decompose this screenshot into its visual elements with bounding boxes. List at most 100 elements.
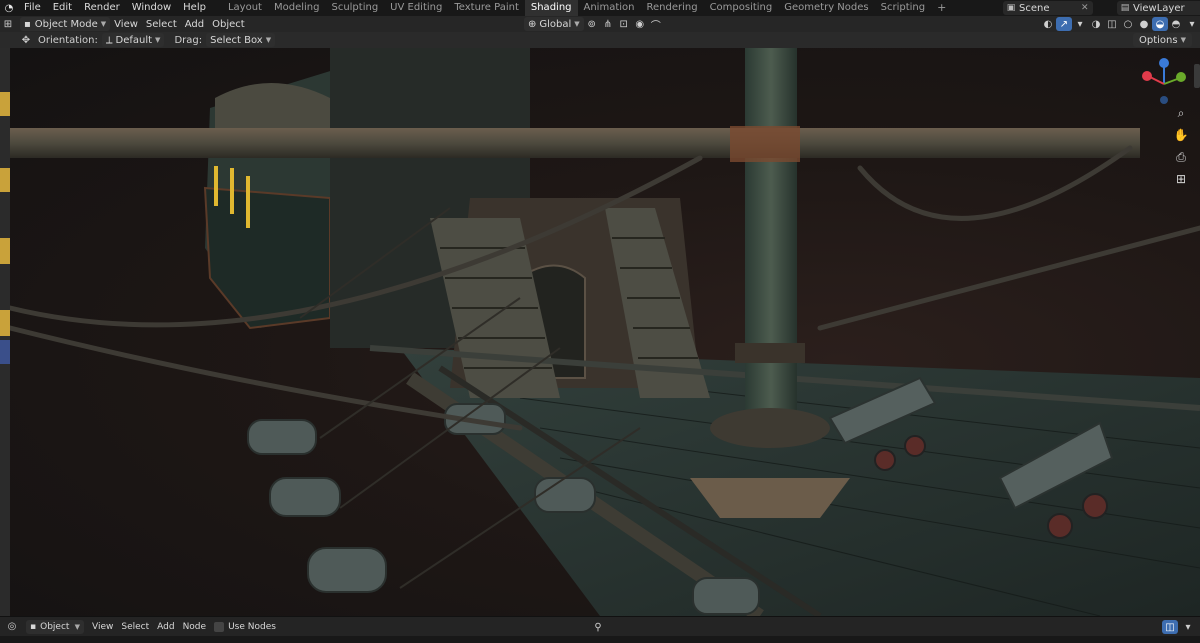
object-icon: ▪ <box>30 621 37 632</box>
view-layer-icon: ▤ <box>1120 3 1130 13</box>
orientation-icon: ⊕ <box>528 18 537 30</box>
tab-shading[interactable]: Shading <box>524 0 578 16</box>
chevron-down-icon: ▼ <box>74 622 80 631</box>
overlay-dropdown-icon[interactable]: ▾ <box>1180 620 1196 634</box>
pivot-point-icon[interactable]: ⊚ <box>584 17 600 31</box>
ship-scene <box>7 48 1200 616</box>
viewport-navigation: ⌕ ✋ ⎙ ⊞ <box>1170 104 1192 188</box>
use-nodes-checkbox[interactable] <box>214 621 225 632</box>
add-workspace-button[interactable]: + <box>931 0 952 16</box>
perspective-grid-icon[interactable]: ⊞ <box>1172 170 1190 188</box>
chevron-down-icon: ▼ <box>100 20 107 28</box>
menu-view[interactable]: View <box>110 17 142 31</box>
menu-object[interactable]: Object <box>208 17 249 31</box>
menu-window[interactable]: Window <box>126 0 177 16</box>
chevron-down-icon: ▼ <box>574 20 580 28</box>
menu-select[interactable]: Select <box>117 620 153 634</box>
right-scrollbar[interactable] <box>1194 64 1200 88</box>
options-dropdown[interactable]: Options ▼ <box>1133 33 1192 47</box>
editor-type-icon[interactable]: ⊞ <box>0 17 16 31</box>
chevron-down-icon: ▼ <box>265 36 272 44</box>
viewport-header: ⊞ ▪ Object Mode ▼ View Select Add Object… <box>0 16 1200 32</box>
overlay-icon[interactable]: ◫ <box>1162 620 1178 634</box>
toolbar-tab[interactable] <box>0 310 10 336</box>
left-toolbar-strip <box>0 48 10 616</box>
tab-texture-paint[interactable]: Texture Paint <box>448 0 525 16</box>
visibility-icon[interactable]: ◐ <box>1040 17 1056 31</box>
shader-type-dropdown[interactable]: ▪ Object ▼ <box>26 619 84 634</box>
top-menu-bar: ◔ File Edit Render Window Help Layout Mo… <box>0 0 1200 16</box>
status-bar <box>0 636 1200 643</box>
menu-render[interactable]: Render <box>78 0 126 16</box>
camera-view-icon[interactable]: ⎙ <box>1172 148 1190 166</box>
tab-scripting[interactable]: Scripting <box>875 0 931 16</box>
overlay-toggle-icon[interactable]: ◑ <box>1088 17 1104 31</box>
shading-dropdown-icon[interactable]: ▾ <box>1184 17 1200 31</box>
orientation-dropdown[interactable]: ⟂ Default ▼ <box>101 33 165 47</box>
gizmo-toggle-icon[interactable]: ↗ <box>1056 17 1072 31</box>
orientation-axis-icon: ⟂ <box>105 34 113 46</box>
proportional-edit-icon[interactable]: ◉ <box>632 17 648 31</box>
menu-node[interactable]: Node <box>179 620 211 634</box>
menu-add[interactable]: Add <box>181 17 208 31</box>
chevron-down-icon: ▼ <box>1180 36 1186 44</box>
snap-target-icon[interactable]: ⊡ <box>616 17 632 31</box>
navigation-gizmo[interactable] <box>1136 54 1192 110</box>
close-icon[interactable]: ✕ <box>1081 3 1093 13</box>
mode-dropdown[interactable]: ▪ Object Mode ▼ <box>20 17 111 31</box>
menu-file[interactable]: File <box>18 0 47 16</box>
toolbar-tab[interactable] <box>0 238 10 264</box>
toolbar-tab[interactable] <box>0 168 10 192</box>
transform-orientation-dropdown[interactable]: ⊕ Global ▼ <box>524 17 584 31</box>
transform-orientation-label: Global <box>539 18 572 30</box>
tab-modeling[interactable]: Modeling <box>268 0 326 16</box>
drag-dropdown[interactable]: Select Box ▼ <box>206 33 276 47</box>
editor-type-icon[interactable]: ◎ <box>4 620 20 634</box>
menu-help[interactable]: Help <box>177 0 212 16</box>
pan-hand-icon[interactable]: ✋ <box>1172 126 1190 144</box>
use-nodes-toggle[interactable]: Use Nodes <box>210 620 280 634</box>
tab-animation[interactable]: Animation <box>578 0 641 16</box>
tab-uv-editing[interactable]: UV Editing <box>384 0 448 16</box>
shader-type-label: Object <box>40 621 70 632</box>
wireframe-shading-icon[interactable]: ○ <box>1120 17 1136 31</box>
xray-icon[interactable]: ◫ <box>1104 17 1120 31</box>
scene-icon: ▣ <box>1006 3 1016 13</box>
menu-view[interactable]: View <box>88 620 117 634</box>
tab-layout[interactable]: Layout <box>222 0 268 16</box>
transform-tool-icon[interactable]: ✥ <box>18 33 34 47</box>
solid-shading-icon[interactable]: ● <box>1136 17 1152 31</box>
orientation-label: Orientation: <box>38 34 98 46</box>
view-layer-selector[interactable]: ▤ ViewLayer <box>1117 1 1200 15</box>
falloff-icon[interactable]: ⌒ <box>648 17 664 32</box>
tab-rendering[interactable]: Rendering <box>640 0 703 16</box>
tool-settings-bar: ✥ Orientation: ⟂ Default ▼ Drag: Select … <box>0 32 1200 48</box>
scene-name: Scene <box>1019 2 1050 14</box>
tab-compositing[interactable]: Compositing <box>704 0 779 16</box>
drag-value: Select Box <box>210 34 263 46</box>
tab-geometry-nodes[interactable]: Geometry Nodes <box>778 0 874 16</box>
options-label: Options <box>1139 34 1178 46</box>
material-preview-icon[interactable]: ◒ <box>1152 17 1168 31</box>
menu-add[interactable]: Add <box>153 620 178 634</box>
use-nodes-label: Use Nodes <box>228 621 276 632</box>
rendered-shading-icon[interactable]: ◓ <box>1168 17 1184 31</box>
chevron-down-icon: ▼ <box>155 36 161 44</box>
drag-label: Drag: <box>174 34 203 46</box>
menu-edit[interactable]: Edit <box>47 0 78 16</box>
toolbar-tab[interactable] <box>0 340 10 364</box>
scene-selector[interactable]: ▣ Scene ✕ <box>1003 1 1093 15</box>
node-editor-header: ◎ ▪ Object ▼ View Select Add Node Use No… <box>0 616 1200 636</box>
snap-icon[interactable]: ⋔ <box>600 17 616 31</box>
workspace-tabs: Layout Modeling Sculpting UV Editing Tex… <box>222 0 952 16</box>
3d-viewport[interactable] <box>0 48 1200 616</box>
toolbar-tab[interactable] <box>0 92 10 116</box>
pin-icon[interactable]: ⚲ <box>590 620 606 634</box>
zoom-icon[interactable]: ⌕ <box>1172 104 1190 122</box>
blender-logo-icon[interactable]: ◔ <box>0 0 18 16</box>
gizmo-dropdown-icon[interactable]: ▾ <box>1072 17 1088 31</box>
tab-sculpting[interactable]: Sculpting <box>325 0 384 16</box>
menu-select[interactable]: Select <box>142 17 181 31</box>
object-mode-icon: ▪ <box>24 18 31 30</box>
mode-label: Object Mode <box>34 18 98 30</box>
